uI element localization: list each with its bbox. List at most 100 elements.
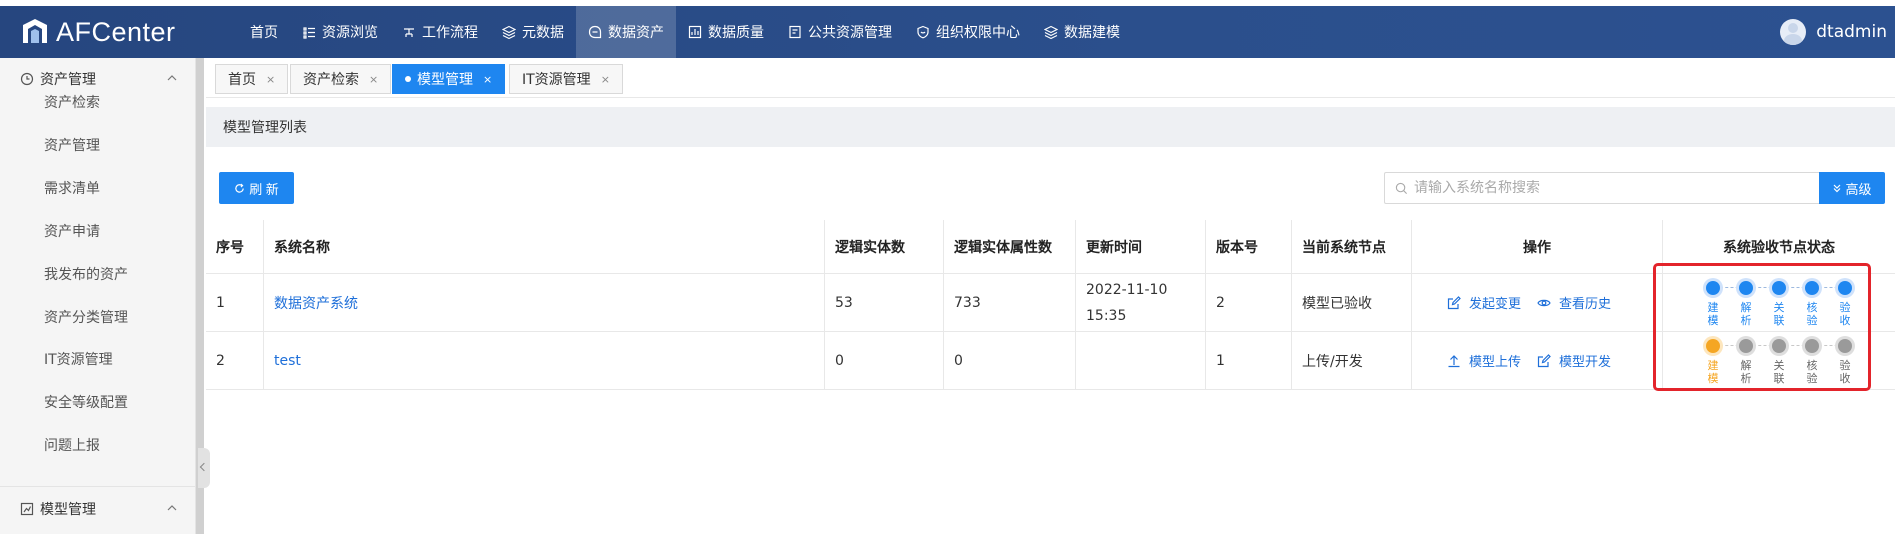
sidebar-item-8[interactable]: 问题上报 — [44, 435, 100, 455]
refresh-icon — [235, 183, 244, 193]
system-name-link[interactable]: test — [274, 353, 301, 369]
nav-item-1[interactable]: 资源浏览 — [290, 6, 390, 58]
cell-text: 2 — [216, 352, 225, 369]
top-navbar: AFCenter 首页 资源浏览 工作流程 元数据 数据资产 数据质量 公共资源管理 组织权限… — [0, 6, 1895, 58]
system-name-link[interactable]: 数据资产系统 — [274, 293, 358, 313]
advanced-label: 高级 — [1845, 182, 1872, 198]
status-node — [1772, 339, 1786, 353]
op-label: 查看历史 — [1559, 297, 1612, 312]
layers-icon — [1044, 25, 1058, 39]
cell-node: 上传/开发 — [1292, 332, 1412, 389]
tab-close-icon[interactable]: × — [483, 73, 492, 86]
op-upload-button[interactable]: 模型上传 — [1447, 351, 1521, 370]
sidebar-group-model-management[interactable]: 模型管理 — [0, 488, 196, 530]
nav-item-label: 资源浏览 — [322, 25, 378, 41]
avatar — [1780, 19, 1807, 45]
cell-attributes: 733 — [944, 274, 1076, 331]
chart-icon — [20, 502, 34, 516]
eye-icon — [1537, 299, 1551, 306]
op-eye-button[interactable]: 查看历史 — [1537, 293, 1611, 312]
shield-icon — [917, 25, 929, 39]
nav-item-label: 元数据 — [522, 25, 564, 41]
nav-item-4[interactable]: 数据资产 — [576, 6, 676, 58]
tab-3[interactable]: IT资源管理 × — [509, 64, 623, 94]
search-icon — [1395, 182, 1408, 194]
sidebar-item-4[interactable]: 我发布的资产 — [44, 264, 128, 284]
user-name: dtadmin — [1816, 22, 1887, 42]
cell-text: 模型已验收 — [1302, 295, 1372, 312]
tab-close-icon[interactable]: × — [266, 73, 275, 86]
cell-index: 1 — [206, 274, 264, 331]
nav-item-3[interactable]: 元数据 — [490, 6, 576, 58]
tab-label: 模型管理 — [417, 72, 473, 88]
cell-updated: 2022-11-10 15:35 — [1076, 274, 1206, 331]
edit-icon — [1447, 295, 1461, 309]
double-chevron-down-icon — [1834, 184, 1841, 193]
sidebar-item-2[interactable]: 需求清单 — [44, 178, 100, 198]
advanced-search-button[interactable]: 高级 — [1819, 172, 1885, 204]
status-node — [1739, 339, 1753, 353]
tab-2[interactable]: 模型管理 × — [392, 64, 506, 94]
tab-strip: 首页 × 资产检索 × 模型管理 × IT资源管理 × — [206, 58, 1895, 98]
cell-version: 2 — [1206, 274, 1292, 331]
nav-item-label: 首页 — [250, 25, 278, 41]
op-edit-button[interactable]: 模型开发 — [1537, 351, 1611, 370]
cell-version: 1 — [1206, 332, 1292, 389]
sidebar-item-5[interactable]: 资产分类管理 — [44, 307, 128, 327]
nav-item-7[interactable]: 组织权限中心 — [904, 6, 1032, 58]
cell-text: 733 — [954, 294, 981, 311]
nav-item-0[interactable]: 首页 — [238, 6, 290, 58]
nav-item-8[interactable]: 数据建模 — [1032, 6, 1132, 58]
cell-text: 2 — [1216, 294, 1225, 311]
tab-label: 首页 — [228, 72, 256, 88]
nav-item-5[interactable]: 数据质量 — [676, 6, 776, 58]
edit-icon — [1537, 353, 1551, 367]
sidebar-item-3[interactable]: 资产申请 — [44, 221, 100, 241]
sidebar-collapse-handle[interactable] — [198, 448, 210, 488]
sidebar-item-6[interactable]: IT资源管理 — [44, 349, 113, 369]
tab-label: 资产检索 — [303, 72, 359, 88]
nav-item-6[interactable]: 公共资源管理 — [776, 6, 904, 58]
status-node — [1805, 281, 1819, 295]
cell-attributes: 0 — [944, 332, 1076, 389]
refresh-button[interactable]: 刷 新 — [219, 172, 294, 204]
search-box — [1384, 172, 1820, 204]
nav-item-label: 数据建模 — [1064, 25, 1120, 41]
cell-text: 53 — [835, 294, 853, 311]
user-menu[interactable]: dtadmin — [1780, 6, 1887, 58]
column-header: 操作 — [1412, 220, 1663, 273]
op-edit-button[interactable]: 发起变更 — [1447, 293, 1521, 312]
status-node — [1805, 339, 1819, 353]
highlight-box — [1653, 263, 1871, 391]
status-node — [1706, 281, 1720, 295]
main-nav: 首页 资源浏览 工作流程 元数据 数据资产 数据质量 公共资源管理 组织权限中心 数据建模 — [238, 6, 1132, 58]
panel-title: 模型管理列表 — [223, 120, 307, 136]
list-icon — [303, 27, 315, 39]
tab-close-icon[interactable]: × — [369, 73, 378, 86]
cell-text: 0 — [954, 352, 963, 369]
cell-name: test — [264, 332, 825, 389]
active-dot — [405, 76, 411, 82]
app-title: AFCenter — [56, 16, 176, 47]
sidebar-group-label: 资产管理 — [40, 72, 96, 88]
search-input[interactable] — [1414, 180, 1814, 196]
cell-index: 2 — [206, 332, 264, 389]
sidebar-item-1[interactable]: 资产管理 — [44, 135, 100, 155]
tab-close-icon[interactable]: × — [601, 73, 610, 86]
cell-name: 数据资产系统 — [264, 274, 825, 331]
nav-item-label: 数据质量 — [708, 25, 764, 41]
tab-1[interactable]: 资产检索 × — [290, 64, 392, 94]
column-header: 系统名称 — [264, 220, 825, 273]
sidebar-item-7[interactable]: 安全等级配置 — [44, 392, 128, 412]
tab-0[interactable]: 首页 × — [215, 64, 289, 94]
app-logo[interactable]: AFCenter — [20, 16, 176, 48]
sidebar-item-0[interactable]: 资产检索 — [44, 92, 100, 112]
chevron-up-icon — [167, 505, 177, 511]
table-header: 序号 系统名称 逻辑实体数 逻辑实体属性数 更新时间 版本号 当前系统节点 操作 系统验收节点状… — [206, 220, 1895, 274]
nav-item-label: 组织权限中心 — [936, 25, 1020, 41]
cell-text: 1 — [216, 294, 225, 311]
chevron-up-icon — [167, 75, 177, 81]
nav-item-2[interactable]: 工作流程 — [390, 6, 490, 58]
panel-header: 模型管理列表 — [206, 107, 1895, 147]
status-node — [1838, 281, 1852, 295]
